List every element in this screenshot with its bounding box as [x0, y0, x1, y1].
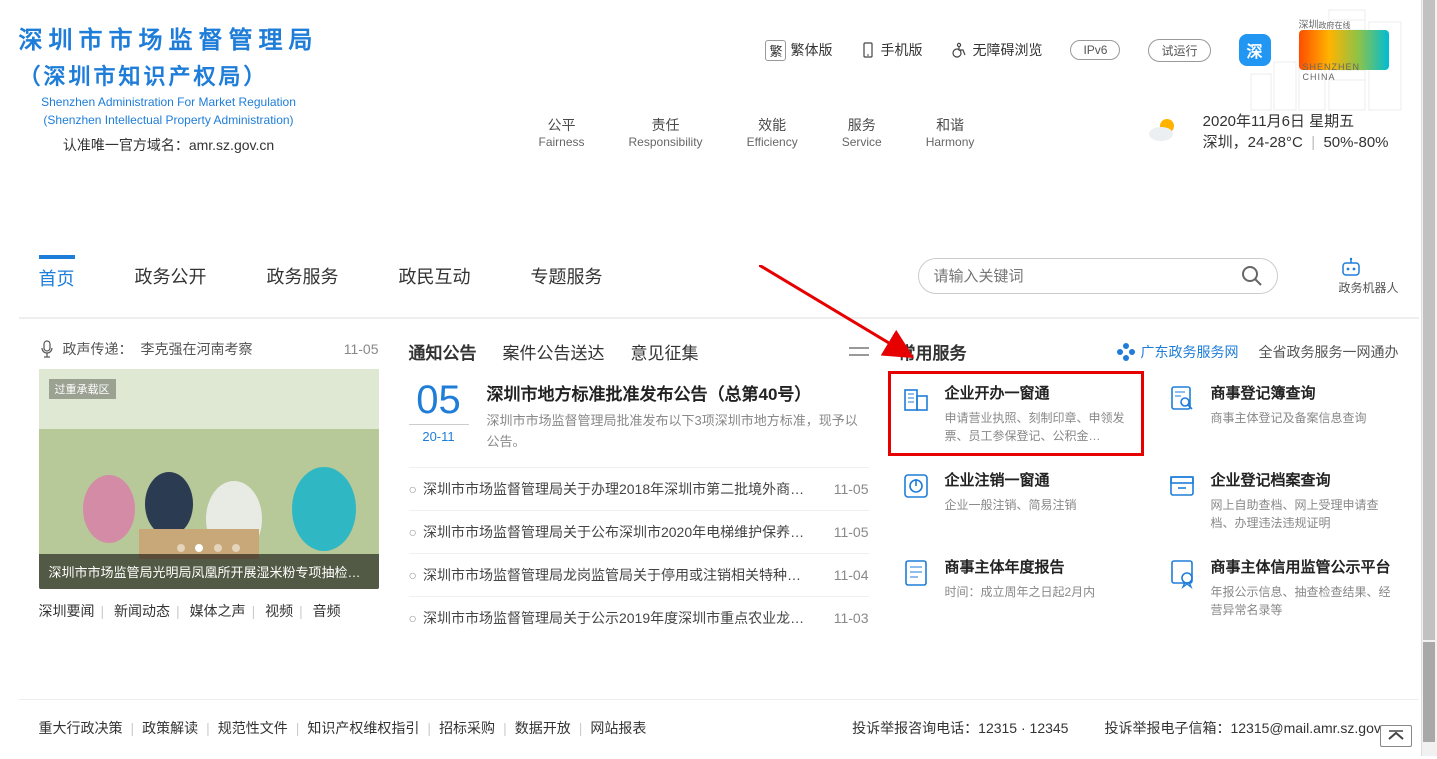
shenzhen-china-logo-text: 深圳政府在线	[1299, 16, 1351, 31]
news-cat-audio[interactable]: 音频	[313, 603, 341, 619]
archive-icon	[1165, 469, 1199, 503]
footer-link[interactable]: 知识产权维权指引	[307, 718, 419, 738]
core-values: 公平Fairness 责任Responsibility 效能Efficiency…	[539, 115, 975, 149]
robot-icon	[1338, 257, 1398, 279]
annotation-arrow	[759, 265, 939, 375]
site-logo[interactable]: 深圳市市场监督管理局 （深圳市知识产权局） Shenzhen Administr…	[19, 20, 319, 155]
list-item[interactable]: ○深圳市市场监督管理局关于公示2019年度深圳市重点农业龙…11-03	[409, 596, 869, 639]
footer-link[interactable]: 招标采购	[439, 718, 495, 738]
mobile-icon	[860, 42, 876, 58]
site-title-en2: (Shenzhen Intellectual Property Administ…	[19, 113, 319, 127]
list-item[interactable]: ○深圳市市场监督管理局关于办理2018年深圳市第二批境外商…11-05	[409, 467, 869, 510]
svc-reg-archive-query[interactable]: 企业登记档案查询网上自助查档、网上受理申请查档、办理违法违规证明	[1165, 469, 1399, 532]
carousel-dot[interactable]	[214, 544, 222, 552]
photo-tag: 过重承载区	[49, 379, 116, 399]
site-title-cn: 深圳市市场监督管理局	[19, 20, 319, 55]
featured-desc: 深圳市市场监督管理局批准发布以下3项深圳市地方标准，现予以公告。	[487, 411, 869, 453]
scrollbar-track	[1421, 0, 1437, 756]
svc-biz-registry-query[interactable]: 商事登记簿查询商事主体登记及备案信息查询	[1165, 382, 1399, 445]
search-box[interactable]	[918, 258, 1278, 294]
accessibility-icon	[950, 41, 968, 59]
ipv6-button[interactable]: IPv6	[1070, 40, 1120, 60]
traditional-chinese-link[interactable]: 繁 繁体版	[765, 40, 832, 61]
certificate-icon	[1165, 556, 1199, 590]
news-cat-media[interactable]: 媒体之声	[190, 603, 246, 619]
flower-icon	[1115, 341, 1137, 363]
news-cat-dynamic[interactable]: 新闻动态	[114, 603, 170, 619]
voice-text[interactable]: 李克强在河南考察	[141, 339, 253, 359]
building-icon	[899, 382, 933, 416]
common-services-header: 常用服务 广东政务服务网 全省政务服务一网通办	[899, 339, 1399, 364]
scrollbar-thumb[interactable]	[1423, 0, 1435, 640]
weather-block: 2020年11月6日 星期五 深圳，24-28°C | 50%-80%	[1145, 110, 1389, 152]
nav-gov-interact[interactable]: 政民互动	[399, 257, 471, 295]
traditional-icon: 繁	[765, 40, 786, 61]
photo-caption: 深圳市市场监管局光明局凤凰所开展湿米粉专项抽检…	[39, 554, 379, 589]
list-item[interactable]: ○深圳市市场监督管理局龙岗监管局关于停用或注销相关特种…11-04	[409, 553, 869, 596]
news-category-links: 深圳要闻| 新闻动态| 媒体之声| 视频| 音频	[39, 601, 379, 621]
carousel-dot[interactable]	[177, 544, 185, 552]
svc-enterprise-cancel[interactable]: 企业注销一窗通企业一般注销、简易注销	[899, 469, 1133, 532]
scrollbar-thumb-secondary[interactable]	[1423, 642, 1435, 742]
footer-links: 重大行政决策| 政策解读| 规范性文件| 知识产权维权指引| 招标采购| 数据开…	[19, 699, 1419, 756]
search-button[interactable]	[1241, 265, 1263, 287]
featured-date: 05 20-11	[409, 380, 469, 453]
primary-nav: 首页 政务公开 政务服务 政民互动 专题服务 政务机器人	[19, 255, 1419, 319]
complaint-email: 投诉举报电子信箱：12315@mail.amr.sz.gov.cn	[1104, 718, 1398, 738]
notice-list: ○深圳市市场监督管理局关于办理2018年深圳市第二批境外商…11-05 ○深圳市…	[409, 467, 869, 639]
province-one-net-link[interactable]: 全省政务服务一网通办	[1259, 342, 1399, 362]
news-cat-shenzhen[interactable]: 深圳要闻	[39, 603, 95, 619]
shenzhen-china-logo[interactable]: 深圳政府在线 SHENZHEN CHINA	[1299, 30, 1389, 70]
svc-enterprise-open[interactable]: 企业开办一窗通申请营业执照、刻制印章、申领发票、员工参保登记、公积金…	[899, 382, 1133, 445]
nav-home[interactable]: 首页	[39, 255, 75, 297]
back-to-top-button[interactable]	[1380, 725, 1412, 747]
svc-credit-platform[interactable]: 商事主体信用监管公示平台年报公示信息、抽查检查结果、经营异常名录等	[1165, 556, 1399, 619]
tab-opinion[interactable]: 意见征集	[631, 339, 699, 364]
gov-robot-button[interactable]: 政务机器人	[1338, 257, 1398, 296]
voice-date: 11-05	[344, 341, 379, 357]
document-search-icon	[1165, 382, 1199, 416]
tab-case[interactable]: 案件公告送达	[503, 339, 605, 364]
official-domain: 认准唯一官方域名：amr.sz.gov.cn	[19, 135, 319, 155]
microphone-icon	[39, 340, 55, 358]
report-icon	[899, 556, 933, 590]
weather-detail: 深圳，24-28°C | 50%-80%	[1203, 131, 1389, 152]
site-subtitle-cn: （深圳市知识产权局）	[19, 59, 319, 91]
nav-topic-service[interactable]: 专题服务	[531, 257, 603, 295]
carousel-dot[interactable]	[195, 544, 203, 552]
search-icon	[1241, 265, 1263, 287]
site-title-en1: Shenzhen Administration For Market Regul…	[19, 95, 319, 109]
footer-link[interactable]: 数据开放	[515, 718, 571, 738]
carousel-dot[interactable]	[232, 544, 240, 552]
search-input[interactable]	[933, 268, 1241, 285]
featured-title[interactable]: 深圳市地方标准批准发布公告（总第40号）	[487, 380, 869, 405]
weather-icon	[1145, 116, 1185, 146]
news-cat-video[interactable]: 视频	[265, 603, 293, 619]
list-item[interactable]: ○深圳市市场监督管理局关于公布深圳市2020年电梯维护保养…11-05	[409, 510, 869, 553]
nav-gov-open[interactable]: 政务公开	[135, 257, 207, 295]
power-icon	[899, 469, 933, 503]
weather-date: 2020年11月6日 星期五	[1203, 110, 1389, 131]
footer-link[interactable]: 政策解读	[142, 718, 198, 738]
mobile-version-link[interactable]: 手机版	[860, 40, 922, 60]
gd-gov-link[interactable]: 广东政务服务网	[1115, 341, 1239, 363]
accessibility-link[interactable]: 无障碍浏览	[950, 40, 1042, 60]
svc-annual-report[interactable]: 商事主体年度报告时间：成立周年之日起2月内	[899, 556, 1133, 619]
news-photo-card[interactable]: 过重承载区 深圳市市场监管局光明局凤凰所开展湿米粉专项抽检…	[39, 369, 379, 589]
footer-link[interactable]: 网站报表	[590, 718, 646, 738]
chevron-up-icon	[1387, 730, 1405, 742]
shenzhen-app-icon[interactable]: 深	[1239, 34, 1271, 66]
nav-gov-service[interactable]: 政务服务	[267, 257, 339, 295]
footer-link[interactable]: 重大行政决策	[39, 718, 123, 738]
voice-broadcast[interactable]: 政声传递： 李克强在河南考察 11-05	[39, 339, 379, 359]
complaint-phone: 投诉举报咨询电话：12315 · 12345	[852, 718, 1068, 738]
footer-link[interactable]: 规范性文件	[218, 718, 288, 738]
tab-notice[interactable]: 通知公告	[409, 339, 477, 364]
trial-run-button[interactable]: 试运行	[1148, 39, 1210, 62]
featured-notice: 05 20-11 深圳市地方标准批准发布公告（总第40号） 深圳市市场监督管理局…	[409, 380, 869, 453]
